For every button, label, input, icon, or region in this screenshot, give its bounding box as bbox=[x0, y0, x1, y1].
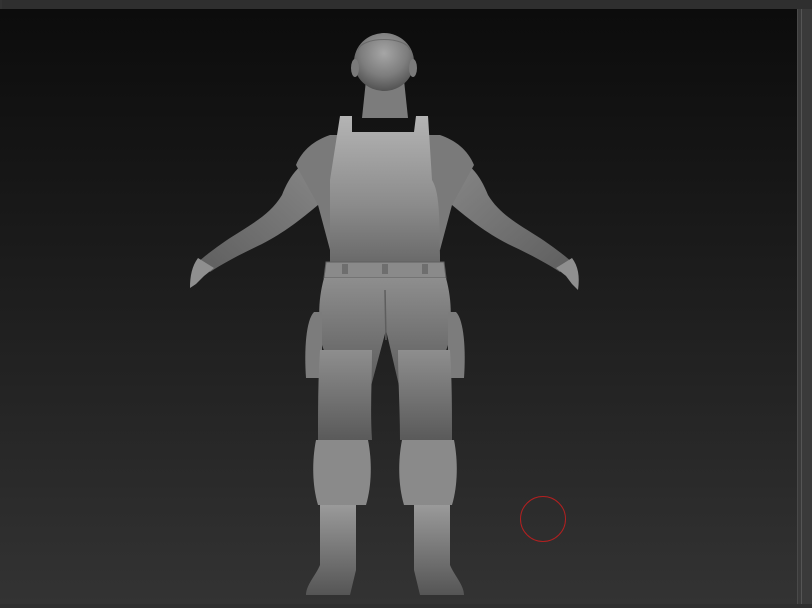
document-viewport[interactable] bbox=[0, 9, 797, 604]
bottom-strip bbox=[0, 604, 812, 608]
sculpted-character-mesh-icon[interactable] bbox=[0, 9, 797, 604]
sculpt-application bbox=[0, 0, 812, 608]
brush-draw-size-circle-icon bbox=[520, 496, 566, 542]
top-toolbar-strip bbox=[0, 0, 812, 9]
viewport-right-frame bbox=[797, 9, 812, 604]
frame-seam bbox=[801, 9, 802, 604]
